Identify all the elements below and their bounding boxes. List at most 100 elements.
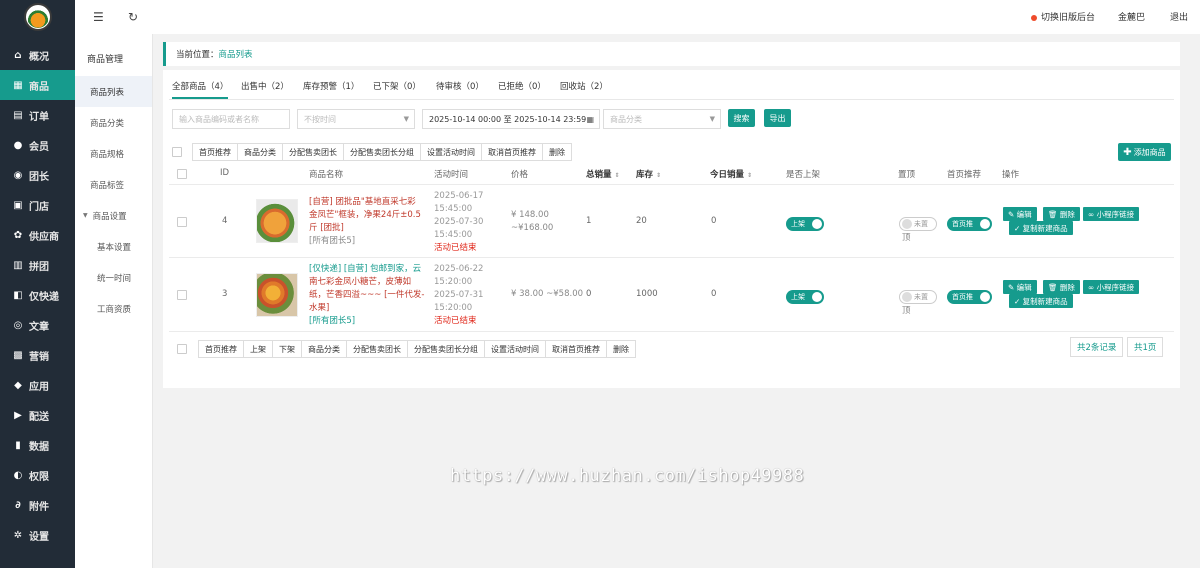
export-button[interactable]: 导出 (764, 109, 791, 127)
copy-new-goods-button[interactable]: ✓ 复制新建商品 (1009, 294, 1073, 308)
subnav-item-goods-category[interactable]: 商品分类 (75, 107, 152, 138)
top-bar: ☰ ↻ 切换旧版后台 金麓巴 退出 (75, 0, 1200, 34)
price: ¥ 148.00 ~¥168.00 (511, 210, 554, 233)
date-range-input[interactable]: 2025-10-14 00:00 至 2025-10-14 23:59 ▦ (422, 109, 600, 129)
bulk-assign-leader-button[interactable]: 分配售卖团长 (347, 341, 408, 357)
bulk-delete-button[interactable]: 删除 (607, 341, 635, 357)
row-checkbox[interactable] (177, 290, 187, 300)
bulk-assign-leader-group-button[interactable]: 分配售卖团长分组 (408, 341, 485, 357)
miniapp-link-button[interactable]: ∞ 小程序链接 (1083, 280, 1140, 294)
product-thumbnail[interactable] (256, 199, 298, 243)
delete-button[interactable]: 🗑 删除 (1043, 207, 1080, 221)
header-total-sales[interactable]: 总销量 ⇕ (586, 168, 620, 180)
sidebar-item-suppliers[interactable]: ✿ 供应商 (0, 220, 75, 250)
sidebar-item-delivery[interactable]: ▶ 配送 (0, 400, 75, 430)
on-sale-toggle[interactable]: 上架 (786, 290, 824, 304)
search-input[interactable]: 输入商品编码或者名称 (172, 109, 290, 129)
delete-button[interactable]: 🗑 删除 (1043, 280, 1080, 294)
subnav-item-basic-settings[interactable]: 基本设置 (75, 231, 152, 262)
bulk-cancel-home-recommend-button[interactable]: 取消首页推荐 (482, 144, 543, 160)
scrollbar[interactable] (1190, 38, 1196, 564)
check-icon: ✓ (1014, 296, 1023, 306)
sidebar-item-stores[interactable]: ▣ 门店 (0, 190, 75, 220)
sidebar-item-apps[interactable]: ◆ 应用 (0, 370, 75, 400)
bulk-category-button[interactable]: 商品分类 (238, 144, 283, 160)
subnav-item-goods-tag[interactable]: 商品标签 (75, 169, 152, 200)
sidebar-item-leaders[interactable]: ◉ 团长 (0, 160, 75, 190)
header-stock[interactable]: 库存 ⇕ (636, 168, 661, 180)
subnav-group-goods-settings[interactable]: ▼ 商品设置 (75, 200, 152, 231)
refresh-icon[interactable]: ↻ (128, 10, 138, 24)
home-recommend-toggle[interactable]: 首页推 (947, 217, 992, 231)
bulk-category-button[interactable]: 商品分类 (302, 341, 347, 357)
sort-icon: ⇕ (747, 172, 753, 179)
breadcrumb-current[interactable]: 商品列表 (219, 48, 253, 60)
header-activity-time: 活动时间 (434, 170, 469, 180)
select-all-checkbox-bottom[interactable] (177, 344, 187, 354)
bulk-cancel-home-recommend-button[interactable]: 取消首页推荐 (546, 341, 607, 357)
bulk-actions-bottom: 首页推荐 上架 下架 商品分类 分配售卖团长 分配售卖团长分组 设置活动时间 取… (198, 340, 636, 358)
sidebar-item-attachments[interactable]: ∂ 附件 (0, 490, 75, 520)
tab-rejected[interactable]: 已拒绝（0） (498, 80, 546, 92)
sidebar-item-data[interactable]: ▮ 数据 (0, 430, 75, 460)
tab-recycle-bin[interactable]: 回收站（2） (560, 80, 608, 92)
bulk-on-shelf-button[interactable]: 上架 (244, 341, 273, 357)
add-goods-button[interactable]: ✚ 添加商品 (1118, 143, 1171, 161)
tab-off-shelf[interactable]: 已下架（0） (373, 80, 421, 92)
tab-all-goods[interactable]: 全部商品（4） (172, 80, 229, 99)
header-today-sales[interactable]: 今日销量 ⇕ (710, 168, 752, 180)
header-operations: 操作 (1002, 170, 1020, 180)
copy-new-goods-button[interactable]: ✓ 复制新建商品 (1009, 221, 1073, 235)
subnav-item-goods-spec[interactable]: 商品规格 (75, 138, 152, 169)
bulk-set-activity-time-button[interactable]: 设置活动时间 (421, 144, 482, 160)
pin-top-toggle[interactable]: 未置 (899, 217, 937, 231)
subnav-item-unified-time[interactable]: 统一时间 (75, 262, 152, 293)
bulk-set-activity-time-button[interactable]: 设置活动时间 (485, 341, 546, 357)
calendar-icon: ▦ (586, 115, 594, 124)
on-sale-toggle[interactable]: 上架 (786, 217, 824, 231)
search-button[interactable]: 搜索 (728, 109, 755, 127)
tab-stock-warning[interactable]: 库存预警（1） (303, 80, 359, 92)
select-all-checkbox[interactable] (172, 147, 182, 157)
product-name[interactable]: [自营] 团批品"基地直采七彩 金凤芒"框装，净果24斤±0.5 斤 [团批] … (309, 196, 427, 248)
sidebar-item-overview[interactable]: ⌂ 概况 (0, 40, 75, 70)
bulk-assign-leader-group-button[interactable]: 分配售卖团长分组 (344, 144, 421, 160)
tab-pending-review[interactable]: 待审核（0） (436, 80, 484, 92)
bulk-delete-button[interactable]: 删除 (543, 144, 571, 160)
pin-top-toggle[interactable]: 未置 (899, 290, 937, 304)
header-checkbox[interactable] (177, 169, 187, 179)
category-select[interactable]: 商品分类 ▼ (603, 109, 721, 129)
edit-button[interactable]: ✎ 编辑 (1003, 207, 1037, 221)
activity-status: 活动已结束 (434, 316, 477, 326)
bulk-off-shelf-button[interactable]: 下架 (273, 341, 302, 357)
bulk-assign-leader-button[interactable]: 分配售卖团长 (283, 144, 344, 160)
express-icon: ◧ (13, 289, 23, 301)
switch-old-version-link[interactable]: 切换旧版后台 (1031, 10, 1095, 23)
sidebar-item-express[interactable]: ◧ 仅快递 (0, 280, 75, 310)
time-select[interactable]: 不按时间 ▼ (297, 109, 415, 129)
product-name[interactable]: [仅快递] [自营] 包邮到家，云 南七彩金凤小糖芒，皮薄如 纸，芒香四溢~~~… (309, 263, 427, 328)
tab-on-sale[interactable]: 出售中（2） (241, 80, 289, 92)
user-name[interactable]: 金麓巴 (1118, 10, 1145, 23)
subnav-item-goods-list[interactable]: 商品列表 (75, 76, 152, 107)
product-thumbnail[interactable] (256, 273, 298, 317)
sidebar-item-orders[interactable]: ▤ 订单 (0, 100, 75, 130)
sidebar-item-permissions[interactable]: ◐ 权限 (0, 460, 75, 490)
today-sales: 0 (711, 216, 717, 226)
row-checkbox[interactable] (177, 217, 187, 227)
sidebar-item-members[interactable]: ● 会员 (0, 130, 75, 160)
logout-link[interactable]: 退出 (1170, 10, 1188, 23)
edit-button[interactable]: ✎ 编辑 (1003, 280, 1037, 294)
sidebar-item-marketing[interactable]: ▩ 营销 (0, 340, 75, 370)
sidebar-item-group[interactable]: ▥ 拼团 (0, 250, 75, 280)
bulk-home-recommend-button[interactable]: 首页推荐 (199, 341, 244, 357)
sidebar-item-settings[interactable]: ✲ 设置 (0, 520, 75, 550)
miniapp-link-button[interactable]: ∞ 小程序链接 (1083, 207, 1140, 221)
pagination-total-pages: 共1页 (1127, 337, 1164, 357)
home-recommend-toggle[interactable]: 首页推 (947, 290, 992, 304)
subnav-item-business-license[interactable]: 工商资质 (75, 293, 152, 324)
sidebar-item-goods[interactable]: ▦ 商品 (0, 70, 75, 100)
menu-collapse-icon[interactable]: ☰ (93, 10, 104, 24)
sidebar-item-articles[interactable]: ◎ 文章 (0, 310, 75, 340)
bulk-home-recommend-button[interactable]: 首页推荐 (193, 144, 238, 160)
